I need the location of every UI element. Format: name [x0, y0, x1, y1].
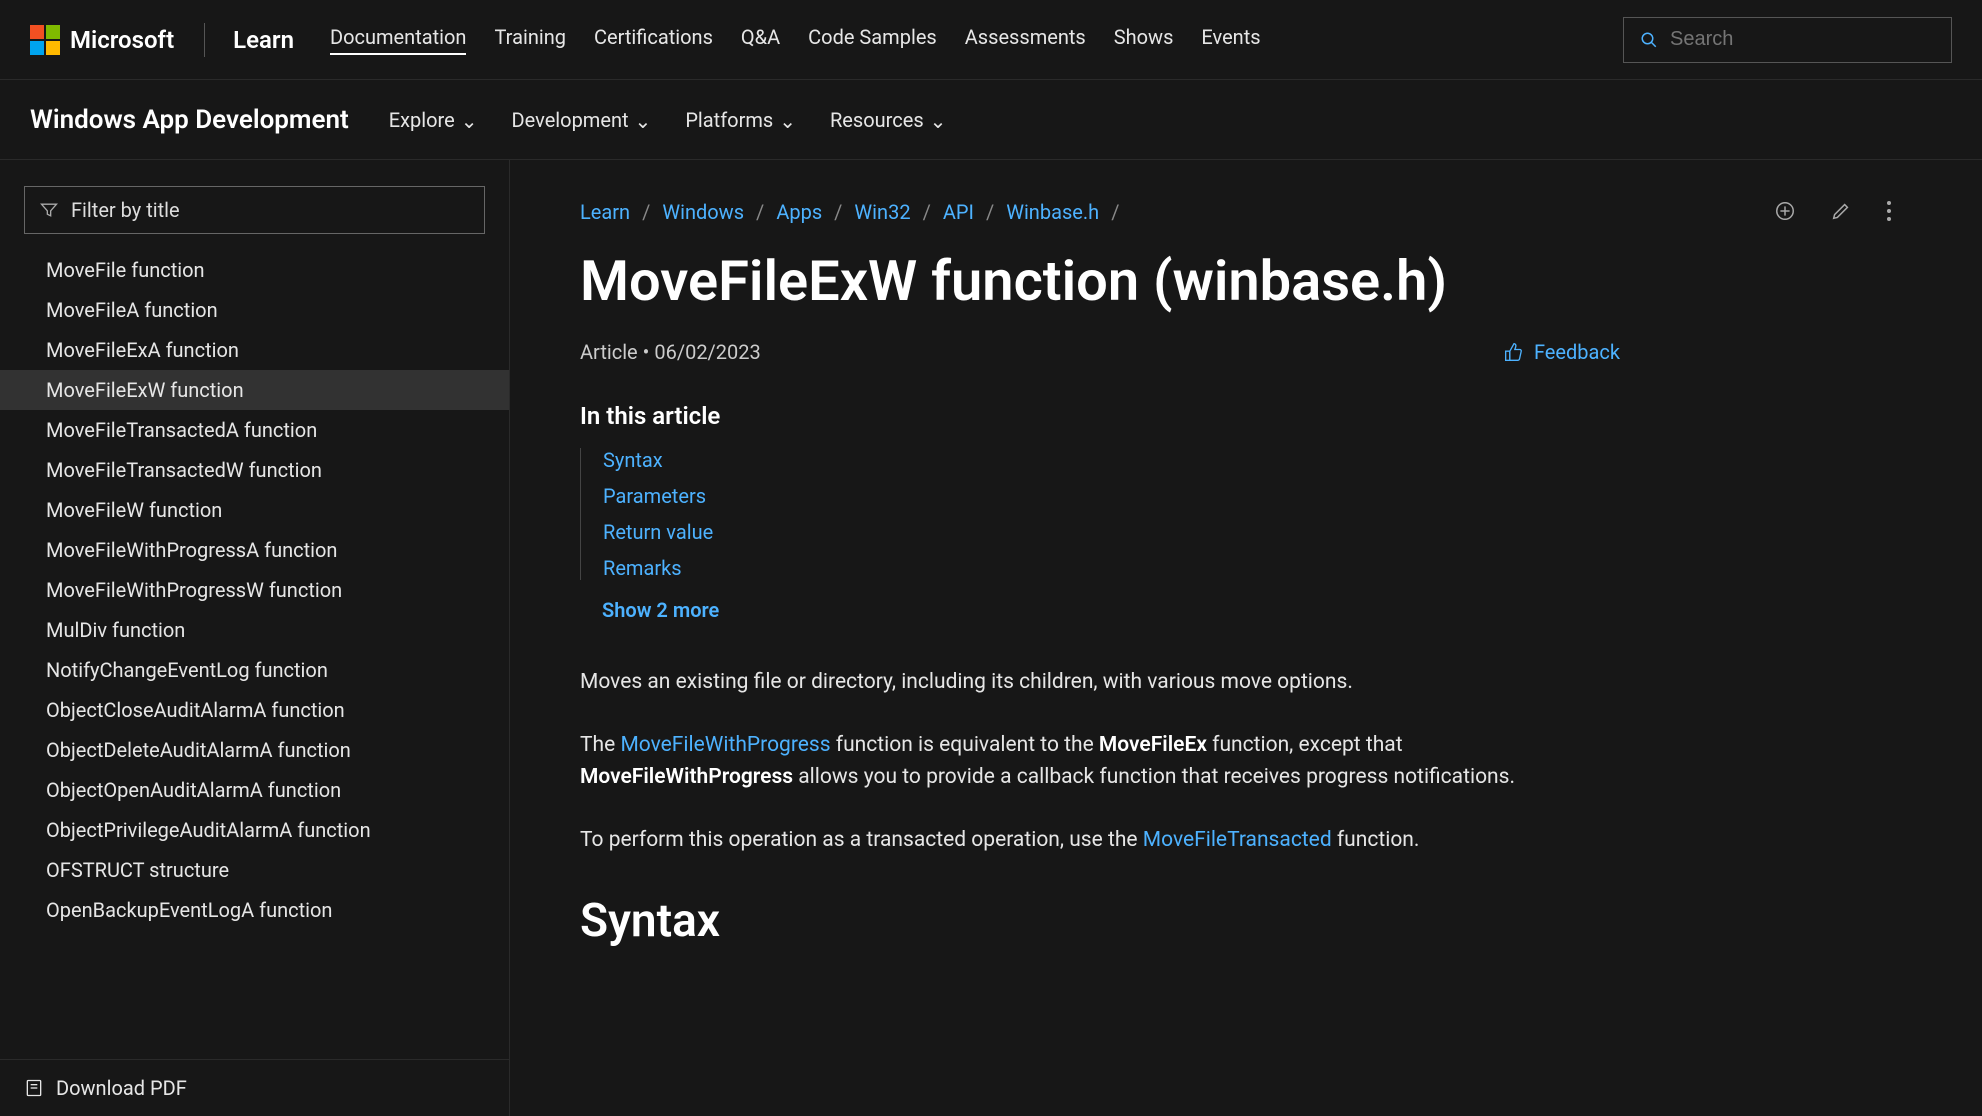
paragraph-3: To perform this operation as a transacte…: [580, 824, 1620, 857]
topnav-q&a[interactable]: Q&A: [741, 25, 780, 55]
breadcrumb-learn[interactable]: Learn: [580, 200, 630, 224]
in-this-article: In this article Syntax Parameters Return v…: [580, 402, 1620, 622]
breadcrumb-winbase-h[interactable]: Winbase.h: [1006, 200, 1099, 224]
sub-header-bar: Windows App Development Explore⌄ Developm…: [0, 80, 1982, 160]
in-this-article-list: Syntax Parameters Return value Remarks: [580, 448, 1620, 580]
sidebar-item[interactable]: MoveFileWithProgressA function: [0, 530, 509, 570]
topnav-shows[interactable]: Shows: [1114, 25, 1174, 55]
breadcrumb-separator: /: [986, 200, 994, 224]
add-icon[interactable]: [1774, 200, 1796, 226]
breadcrumb-win32[interactable]: Win32: [854, 200, 910, 224]
search-box[interactable]: [1623, 17, 1952, 63]
chevron-down-icon: ⌄: [779, 109, 796, 133]
sidebar-item[interactable]: ObjectPrivilegeAuditAlarmA function: [0, 810, 509, 850]
header-bar: Microsoft Learn Documentation Training Cer…: [0, 0, 1982, 80]
article-meta: Article • 06/02/2023: [580, 340, 761, 364]
topnav-events[interactable]: Events: [1201, 25, 1260, 55]
brand-learn[interactable]: Learn: [233, 26, 294, 54]
search-icon: [1640, 31, 1658, 49]
filter-placeholder: Filter by title: [71, 198, 180, 222]
ita-link-parameters[interactable]: Parameters: [603, 484, 1620, 508]
thumbs-up-icon: [1504, 342, 1524, 362]
article-content: Moves an existing file or directory, inc…: [580, 666, 1620, 957]
article-date: 06/02/2023: [654, 340, 760, 364]
sidebar-nav-list[interactable]: MoveFile functionMoveFileA functionMoveF…: [0, 246, 509, 1059]
main-content: Learn/Windows/Apps/Win32/API/Winbase.h/ …: [510, 160, 1982, 1116]
breadcrumb-separator: /: [834, 200, 842, 224]
sidebar-item[interactable]: MoveFileW function: [0, 490, 509, 530]
filter-icon: [39, 200, 59, 220]
meta-row: Article • 06/02/2023 Feedback: [580, 340, 1620, 364]
intro-paragraph: Moves an existing file or directory, inc…: [580, 666, 1620, 699]
in-this-article-heading: In this article: [580, 402, 1620, 430]
sidebar-item[interactable]: MoveFileWithProgressW function: [0, 570, 509, 610]
topnav-code-samples[interactable]: Code Samples: [808, 25, 937, 55]
edit-icon[interactable]: [1830, 200, 1852, 226]
breadcrumb-separator: /: [642, 200, 650, 224]
sidebar-item[interactable]: MoveFileA function: [0, 290, 509, 330]
topnav-assessments[interactable]: Assessments: [965, 25, 1086, 55]
sidebar-item[interactable]: MoveFileExW function: [0, 370, 509, 410]
link-movefilewithprogress[interactable]: MoveFileWithProgress: [620, 733, 830, 757]
show-more-link[interactable]: Show 2 more: [580, 598, 1620, 622]
download-icon: [24, 1078, 44, 1098]
article-type: Article: [580, 340, 638, 364]
feedback-label: Feedback: [1534, 340, 1620, 364]
section-syntax-heading: Syntax: [580, 886, 1620, 957]
link-movefiletransacted[interactable]: MoveFileTransacted: [1143, 828, 1332, 852]
download-pdf-button[interactable]: Download PDF: [0, 1059, 509, 1116]
sidebar-item[interactable]: MoveFileExA function: [0, 330, 509, 370]
sidebar-item[interactable]: MoveFileTransactedA function: [0, 410, 509, 450]
chevron-down-icon: ⌄: [635, 109, 652, 133]
subnav-explore[interactable]: Explore⌄: [389, 108, 478, 132]
ita-link-syntax[interactable]: Syntax: [603, 448, 1620, 472]
search-input[interactable]: [1670, 28, 1935, 51]
sidebar-item[interactable]: MoveFile function: [0, 250, 509, 290]
more-icon[interactable]: [1886, 200, 1892, 226]
ita-link-return-value[interactable]: Return value: [603, 520, 1620, 544]
paragraph-2: The MoveFileWithProgress function is equ…: [580, 729, 1620, 794]
sidebar-item[interactable]: ObjectDeleteAuditAlarmA function: [0, 730, 509, 770]
filter-box[interactable]: Filter by title: [24, 186, 485, 234]
download-pdf-label: Download PDF: [56, 1076, 187, 1100]
sidebar-item[interactable]: ObjectCloseAuditAlarmA function: [0, 690, 509, 730]
subnav-development[interactable]: Development⌄: [512, 108, 652, 132]
sidebar-item[interactable]: OpenBackupEventLogA function: [0, 890, 509, 930]
topnav-certifications[interactable]: Certifications: [594, 25, 713, 55]
topnav-training[interactable]: Training: [494, 25, 566, 55]
page-actions: [1774, 200, 1892, 226]
microsoft-logo-text: Microsoft: [70, 26, 174, 54]
topnav-documentation[interactable]: Documentation: [330, 25, 467, 55]
sub-nav: Explore⌄ Development⌄ Platforms⌄ Resources⌄: [389, 108, 947, 132]
microsoft-logo-icon: [30, 25, 60, 55]
breadcrumbs: Learn / Windows / Apps / Win32 / API / Winbase.h /: [580, 200, 1912, 224]
sidebar: Filter by title MoveFile functionMoveFil…: [0, 160, 510, 1116]
sidebar-item[interactable]: ObjectOpenAuditAlarmA function: [0, 770, 509, 810]
sidebar-item[interactable]: OFSTRUCT structure: [0, 850, 509, 890]
sidebar-item[interactable]: MoveFileTransactedW function: [0, 450, 509, 490]
subnav-resources[interactable]: Resources⌄: [830, 108, 946, 132]
breadcrumb-separator: /: [756, 200, 764, 224]
breadcrumb-separator: /: [1111, 200, 1119, 224]
sidebar-item[interactable]: NotifyChangeEventLog function: [0, 650, 509, 690]
microsoft-logo[interactable]: Microsoft: [30, 25, 174, 55]
body-layout: Filter by title MoveFile functionMoveFil…: [0, 160, 1982, 1116]
top-nav: Documentation Training Certifications Q&A Co…: [330, 25, 1261, 55]
chevron-down-icon: ⌄: [461, 109, 478, 133]
feedback-button[interactable]: Feedback: [1504, 340, 1620, 364]
breadcrumb-api[interactable]: API: [943, 200, 974, 224]
subheader-title[interactable]: Windows App Development: [30, 105, 349, 135]
subnav-platforms[interactable]: Platforms⌄: [685, 108, 796, 132]
chevron-down-icon: ⌄: [930, 109, 947, 133]
header-divider: [204, 23, 205, 57]
sidebar-item[interactable]: MulDiv function: [0, 610, 509, 650]
page-title: MoveFileExW function (winbase.h): [580, 248, 1912, 314]
ita-link-remarks[interactable]: Remarks: [603, 556, 1620, 580]
breadcrumb-separator: /: [923, 200, 931, 224]
breadcrumb-windows[interactable]: Windows: [662, 200, 744, 224]
breadcrumb-apps[interactable]: Apps: [776, 200, 822, 224]
